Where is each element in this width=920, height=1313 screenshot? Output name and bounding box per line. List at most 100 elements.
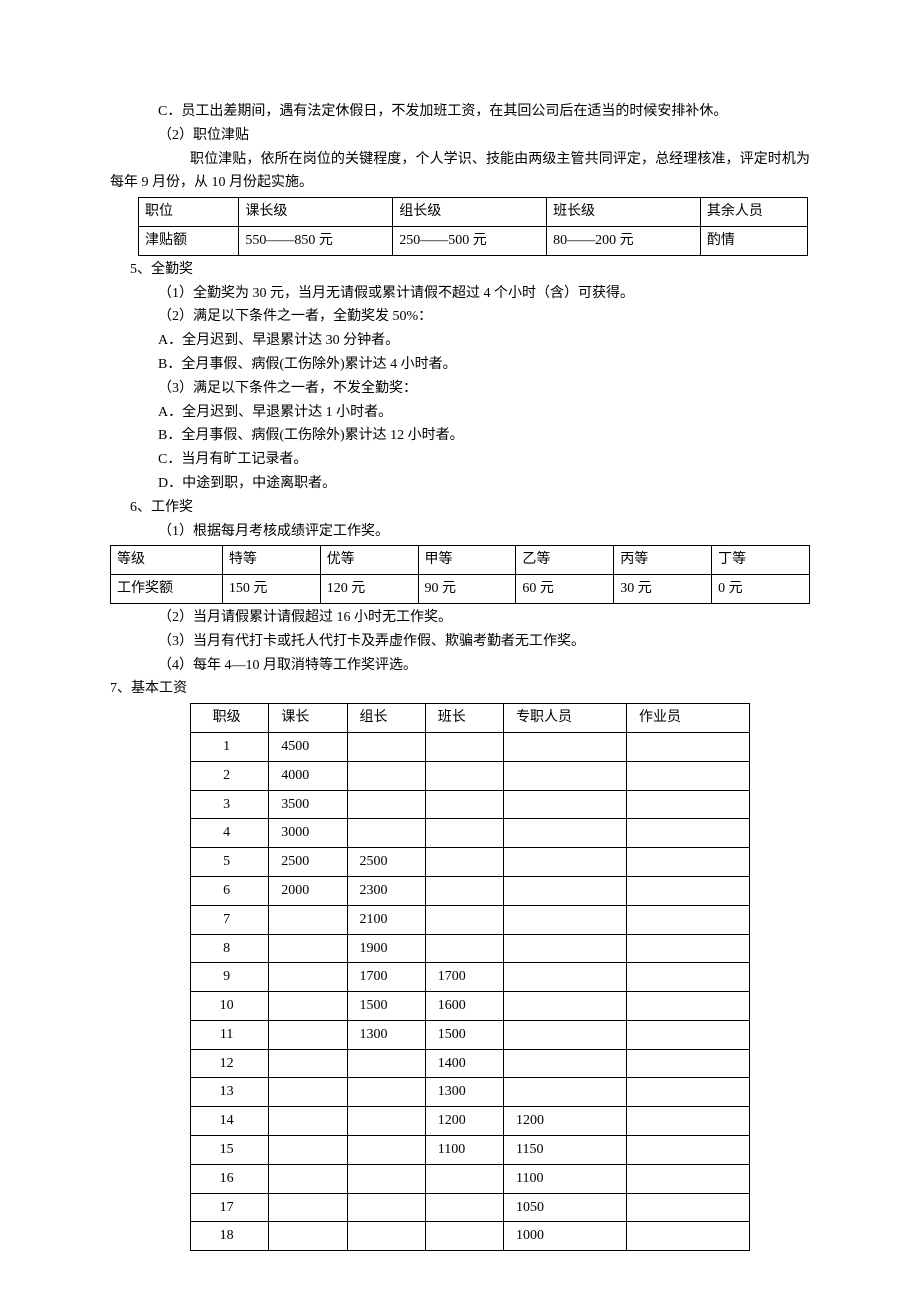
text-line: A．全月迟到、早退累计达 30 分钟者。 <box>110 329 810 353</box>
table-cell: 3 <box>191 790 269 819</box>
table-row: 24000 <box>191 761 750 790</box>
table-cell <box>347 1164 425 1193</box>
table-cell: 组长 <box>347 704 425 733</box>
table-cell <box>626 963 749 992</box>
table-cell <box>425 761 503 790</box>
table-cell <box>269 1049 347 1078</box>
table-cell: 4000 <box>269 761 347 790</box>
heading: 6、工作奖 <box>110 496 810 520</box>
table-cell: 2100 <box>347 905 425 934</box>
table-cell <box>504 992 627 1021</box>
table-cell <box>347 1078 425 1107</box>
table-cell: 1700 <box>425 963 503 992</box>
table-cell <box>269 992 347 1021</box>
table-cell: 1050 <box>504 1193 627 1222</box>
table-cell <box>347 1193 425 1222</box>
table-cell: 6 <box>191 876 269 905</box>
table-cell: 工作奖额 <box>111 575 223 604</box>
table-cell <box>269 1136 347 1165</box>
table-row: 1511001150 <box>191 1136 750 1165</box>
table-cell <box>504 1020 627 1049</box>
table-row: 33500 <box>191 790 750 819</box>
table-cell <box>504 790 627 819</box>
table-cell: 16 <box>191 1164 269 1193</box>
table-cell: 0 元 <box>712 575 810 604</box>
table-cell: 作业员 <box>626 704 749 733</box>
table-row: 14500 <box>191 732 750 761</box>
table-row: 917001700 <box>191 963 750 992</box>
table-cell: 3500 <box>269 790 347 819</box>
table-row: 职级 课长 组长 班长 专职人员 作业员 <box>191 704 750 733</box>
table-cell: 2300 <box>347 876 425 905</box>
table-row: 161100 <box>191 1164 750 1193</box>
table-cell: 其余人员 <box>700 198 807 227</box>
table-cell <box>504 1049 627 1078</box>
table-cell: 1200 <box>504 1107 627 1136</box>
table-cell <box>269 1164 347 1193</box>
table-cell: 1300 <box>425 1078 503 1107</box>
table-cell: 酌情 <box>700 226 807 255</box>
table-cell: 1000 <box>504 1222 627 1251</box>
table-cell: 甲等 <box>418 546 516 575</box>
table-cell <box>425 819 503 848</box>
table-row: 17 1050 <box>191 1193 750 1222</box>
text-line: （2）满足以下条件之一者，全勤奖发 50%： <box>110 305 810 329</box>
table-cell: 课长级 <box>239 198 393 227</box>
table-cell <box>269 1078 347 1107</box>
table-cell <box>269 934 347 963</box>
table-cell: 8 <box>191 934 269 963</box>
table-cell: 1300 <box>347 1020 425 1049</box>
text-line: （3）当月有代打卡或托人代打卡及弄虚作假、欺骗考勤者无工作奖。 <box>110 630 810 654</box>
table-cell <box>425 848 503 877</box>
table-cell: 4500 <box>269 732 347 761</box>
table-row: 131300 <box>191 1078 750 1107</box>
table-cell: 5 <box>191 848 269 877</box>
table-row: 81900 <box>191 934 750 963</box>
table-cell <box>504 876 627 905</box>
table-cell: 2000 <box>269 876 347 905</box>
table-cell: 17 <box>191 1193 269 1222</box>
table-cell: 120 元 <box>320 575 418 604</box>
text-line: C．当月有旷工记录者。 <box>110 448 810 472</box>
table-row: 工作奖额 150 元 120 元 90 元 60 元 30 元 0 元 <box>111 575 810 604</box>
text-line: （1）根据每月考核成绩评定工作奖。 <box>110 520 810 544</box>
allowance-table: 职位 课长级 组长级 班长级 其余人员 津贴额 550——850 元 250——… <box>138 197 808 256</box>
text-line: A．全月迟到、早退累计达 1 小时者。 <box>110 401 810 425</box>
table-cell: 1200 <box>425 1107 503 1136</box>
table-cell: 90 元 <box>418 575 516 604</box>
table-cell: 150 元 <box>222 575 320 604</box>
table-cell: 职位 <box>139 198 239 227</box>
table-cell <box>347 1107 425 1136</box>
table-cell <box>269 1193 347 1222</box>
table-cell <box>425 876 503 905</box>
table-cell: 1500 <box>425 1020 503 1049</box>
table-cell <box>626 1049 749 1078</box>
table-row: 525002500 <box>191 848 750 877</box>
salary-table: 职级 课长 组长 班长 专职人员 作业员 1450024000335004300… <box>190 703 750 1251</box>
table-row: 津贴额 550——850 元 250——500 元 80——200 元 酌情 <box>139 226 808 255</box>
table-cell: 班长 <box>425 704 503 733</box>
table-cell: 乙等 <box>516 546 614 575</box>
text-line: D．中途到职，中途离职者。 <box>110 472 810 496</box>
table-cell <box>626 819 749 848</box>
table-cell <box>626 1107 749 1136</box>
table-cell: 丙等 <box>614 546 712 575</box>
table-cell: 18 <box>191 1222 269 1251</box>
table-cell: 1100 <box>425 1136 503 1165</box>
table-cell: 60 元 <box>516 575 614 604</box>
table-cell <box>504 761 627 790</box>
table-cell <box>504 848 627 877</box>
table-cell <box>626 1222 749 1251</box>
table-cell <box>347 1049 425 1078</box>
table-cell: 11 <box>191 1020 269 1049</box>
table-cell: 1400 <box>425 1049 503 1078</box>
table-cell <box>347 732 425 761</box>
table-cell: 80——200 元 <box>547 226 701 255</box>
document-page: C．员工出差期间，遇有法定休假日，不发加班工资，在其回公司后在适当的时候安排补休… <box>0 0 920 1313</box>
table-cell: 优等 <box>320 546 418 575</box>
table-cell <box>347 790 425 819</box>
table-cell <box>504 963 627 992</box>
table-cell <box>347 819 425 848</box>
table-cell: 7 <box>191 905 269 934</box>
table-cell: 30 元 <box>614 575 712 604</box>
